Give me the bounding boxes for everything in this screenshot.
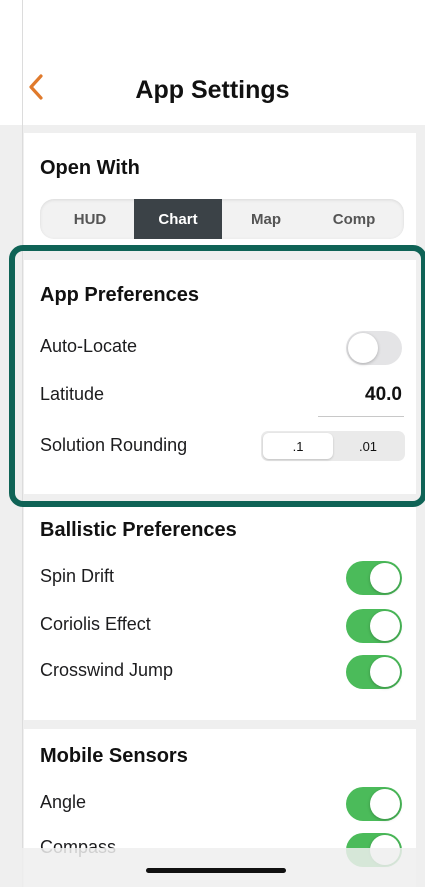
open-with-option-chart[interactable]: Chart [134, 199, 222, 239]
open-with-option-map[interactable]: Map [222, 199, 310, 239]
toggle-knob [370, 657, 400, 687]
spin-drift-toggle[interactable] [346, 561, 402, 595]
app-preferences-title: App Preferences [40, 284, 199, 306]
coriolis-effect-toggle[interactable] [346, 609, 402, 643]
open-with-segmented-control: HUD Chart Map Comp [40, 199, 404, 239]
toggle-knob [348, 333, 378, 363]
coriolis-effect-label: Coriolis Effect [40, 614, 151, 634]
latitude-label: Latitude [40, 384, 105, 404]
toggle-knob [370, 611, 400, 641]
open-with-card: Open With HUD Chart Map Comp [24, 133, 416, 251]
ballistic-preferences-card: Ballistic Preferences Spin Drift Corioli… [24, 503, 416, 720]
home-indicator[interactable] [146, 868, 286, 873]
auto-locate-toggle[interactable] [346, 331, 402, 365]
ballistic-preferences-title: Ballistic Preferences [40, 519, 237, 541]
angle-toggle[interactable] [346, 787, 402, 821]
open-with-option-comp[interactable]: Comp [310, 199, 398, 239]
app-preferences-card: App Preferences Auto-Locate Latitude 40.… [24, 260, 416, 494]
spin-drift-label: Spin Drift [40, 566, 115, 586]
rounding-option-tenth[interactable]: .1 [263, 433, 333, 459]
solution-rounding-segmented-control: .1 .01 [261, 431, 405, 461]
crosswind-jump-label: Crosswind Jump [40, 660, 174, 680]
toggle-knob [370, 563, 400, 593]
crosswind-jump-toggle[interactable] [346, 655, 402, 689]
settings-screen: App Settings Open With HUD Chart Map Com… [0, 0, 425, 887]
toggle-knob [370, 789, 400, 819]
auto-locate-label: Auto-Locate [40, 336, 138, 356]
latitude-value-field[interactable]: 40.0 [365, 384, 402, 406]
angle-label: Angle [40, 792, 87, 812]
open-with-option-hud[interactable]: HUD [46, 199, 134, 239]
mobile-sensors-title: Mobile Sensors [40, 745, 188, 767]
navigation-bar: App Settings [0, 0, 425, 125]
rounding-option-hundredth[interactable]: .01 [333, 433, 403, 459]
page-title: App Settings [135, 76, 290, 104]
edge-divider [22, 0, 23, 887]
open-with-title: Open With [40, 157, 140, 179]
latitude-underline [318, 416, 404, 417]
solution-rounding-label: Solution Rounding [40, 435, 188, 455]
